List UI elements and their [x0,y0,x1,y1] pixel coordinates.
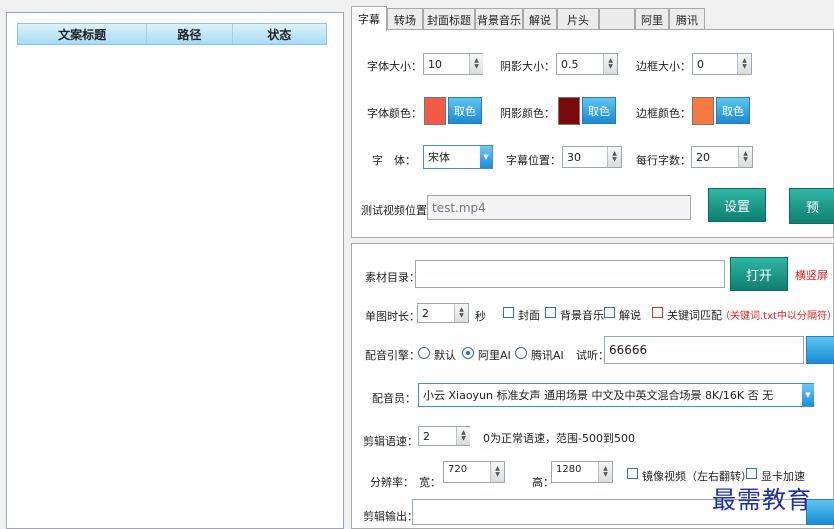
voice-actor-select[interactable]: 小云 Xiaoyun 标准女声 通用场景 中文及中英文混合场景 8K/16K 否… [418,383,814,407]
chevron-down-icon[interactable]: ▼ [480,146,492,168]
mirror-video-checkbox[interactable] [627,468,638,479]
shadow-size-spinner[interactable]: ▲ ▼ [603,54,617,74]
engine-default-radio[interactable] [418,347,430,359]
column-header-path[interactable]: 路径 [147,24,233,44]
keyword-match-checkbox[interactable] [652,307,663,318]
engine-tencent-radio[interactable] [515,347,527,359]
material-dir-input[interactable] [415,260,725,288]
width-label: 宽： [419,476,441,489]
chevron-down-icon[interactable]: ▼ [802,384,814,406]
bgm-checkbox[interactable] [545,307,556,318]
tab-narration[interactable]: 解说 [523,8,557,30]
resolution-label: 分辨率： [370,476,414,489]
font-color-pick-button[interactable]: 取色 [448,97,482,124]
speech-speed-label: 剪辑语速： [363,435,418,448]
edit-output-label: 剪辑输出： [363,510,418,523]
engine-tencent-label: 腾讯AI [531,349,564,362]
preview-button[interactable]: 预 [789,188,834,224]
shadow-color-label: 阴影颜色： [500,107,555,120]
watermark-text: 最需教育 [712,486,812,514]
shadow-size-label: 阴影大小： [500,60,555,73]
tab-subtitle[interactable]: 字幕 [351,6,387,31]
tab-cover-title[interactable]: 封面标题 [423,8,475,30]
title-list-panel[interactable]: 文案标题 路径 状态 [6,12,344,529]
gpu-accel-checkbox[interactable] [746,468,757,479]
list-header: 文案标题 路径 状态 [17,23,327,45]
speech-speed-hint: 0为正常语速，范围-500到500 [483,432,635,445]
tab-intro[interactable]: 片头 [557,8,599,30]
border-color-swatch [692,97,714,125]
engine-aliyun-radio[interactable] [462,347,474,359]
border-color-pick-button[interactable]: 取色 [716,97,750,124]
listen-input[interactable]: 66666 [604,336,804,364]
column-header-status[interactable]: 状态 [233,24,326,44]
tab-background-music[interactable]: 背景音乐 [475,8,523,30]
border-size-spinner[interactable]: ▲ ▼ [737,54,751,74]
font-family-label: 字 体： [372,154,416,167]
border-color-label: 边框颜色： [636,107,691,120]
font-size-spinner[interactable]: ▲ ▼ [469,54,483,74]
voice-engine-label: 配音引擎： [365,349,420,362]
font-size-label: 字体大小： [367,60,422,73]
open-button[interactable]: 打开 [730,257,788,291]
settings-button[interactable]: 设置 [708,188,766,222]
narration-checkbox-label: 解说 [619,309,641,322]
voice-actor-label: 配音员： [372,392,416,405]
font-color-swatch [424,97,446,125]
chars-per-line-spinner[interactable]: ▲ ▼ [738,147,752,167]
narration-checkbox[interactable] [604,307,615,318]
subtitle-position-label: 字幕位置： [506,154,561,167]
tab-aliyun[interactable]: 阿里 [635,8,669,30]
chars-per-line-label: 每行字数： [636,154,691,167]
keyword-match-label: 关键词匹配 [667,309,722,322]
tab-blank[interactable] [599,8,635,30]
test-video-input[interactable]: test.mp4 [427,195,691,220]
tab-transition[interactable]: 转场 [387,8,423,30]
speech-speed-spinner[interactable]: ▲ ▼ [456,427,470,445]
font-color-label: 字体颜色： [367,107,422,120]
cover-checkbox-label: 封面 [518,309,540,322]
landscape-portrait-link[interactable]: 横竖屏 [795,267,828,283]
subtitle-position-spinner[interactable]: ▲ ▼ [607,147,621,167]
material-dir-label: 素材目录： [365,271,420,284]
seconds-unit: 秒 [475,310,486,323]
column-header-title[interactable]: 文案标题 [18,24,148,44]
keyword-match-hint: （关键词.txt中以分隔符） [720,311,834,322]
cover-checkbox[interactable] [503,307,514,318]
height-spinner[interactable]: ▲ ▼ [598,462,612,482]
shadow-color-swatch [558,97,580,125]
subtitle-settings-panel: 字体大小： 10 ▲ ▼ 阴影大小： 0.5 ▲ ▼ 边框大小： 0 ▲ ▼ 字体颜色… [351,29,834,238]
tab-tencent[interactable]: 腾讯 [669,8,705,30]
bgm-checkbox-label: 背景音乐 [560,309,604,322]
border-size-label: 边框大小： [636,60,691,73]
shadow-color-pick-button[interactable]: 取色 [582,97,616,124]
listen-play-button[interactable] [806,336,834,364]
image-duration-spinner[interactable]: ▲ ▼ [454,304,468,322]
image-duration-label: 单图时长： [365,310,420,323]
engine-default-label: 默认 [434,349,456,362]
engine-aliyun-label: 阿里AI [478,349,511,362]
width-spinner[interactable]: ▲ ▼ [490,462,504,482]
